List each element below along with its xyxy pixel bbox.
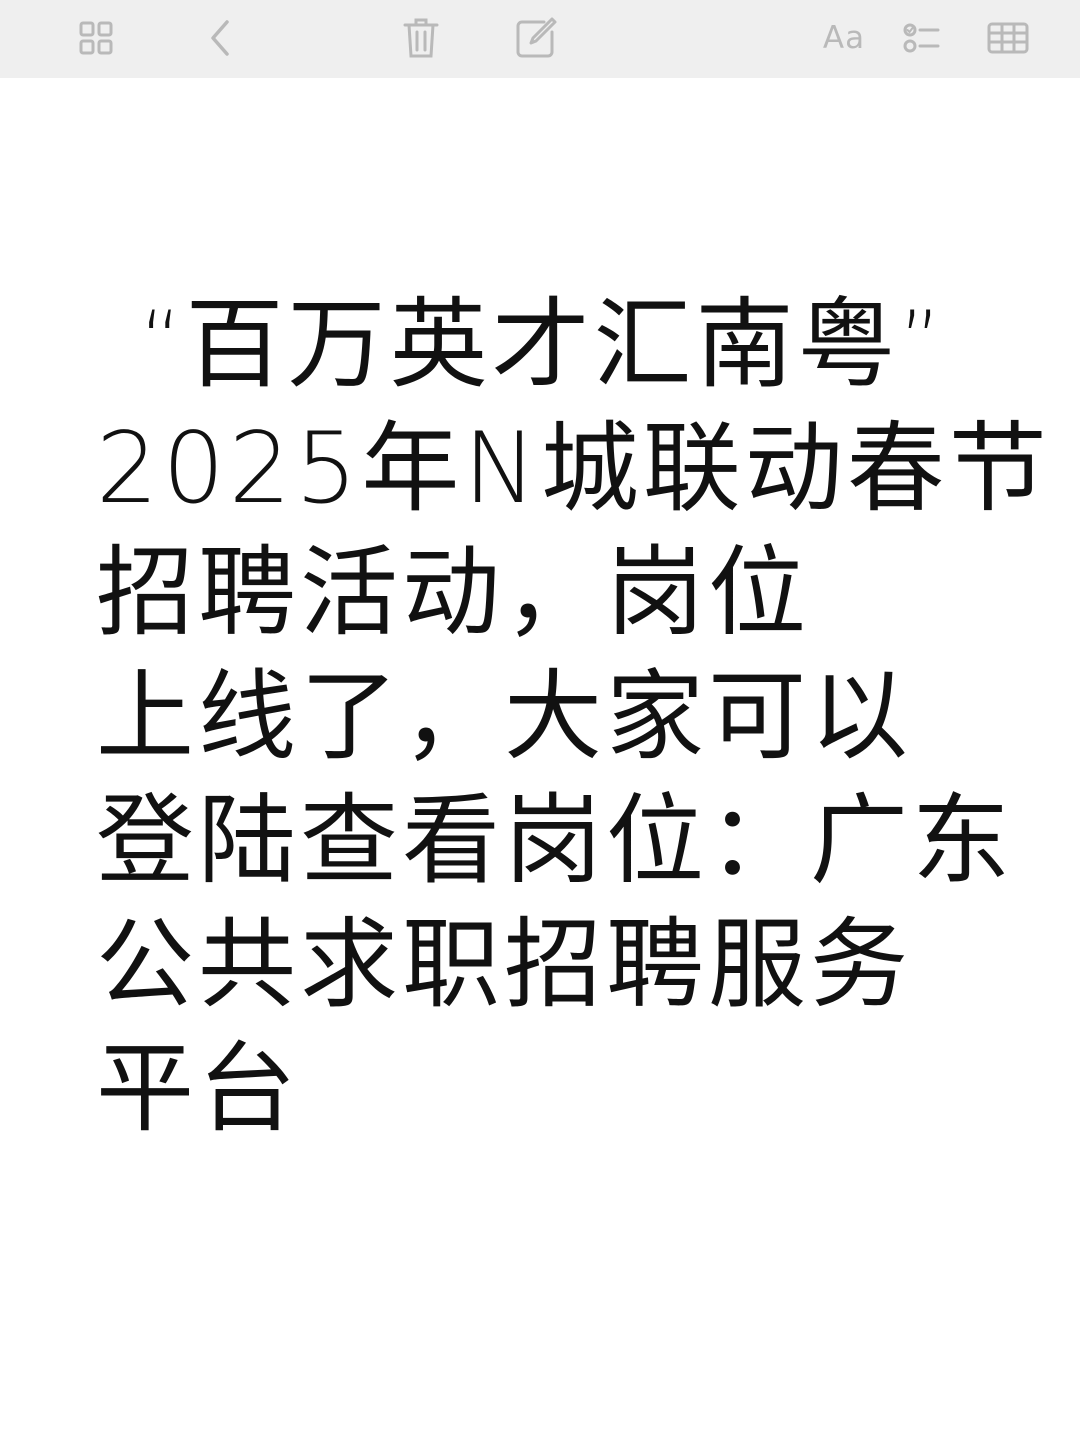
open-quote: “ bbox=[140, 294, 186, 387]
note-line-7: 平台 bbox=[96, 1032, 301, 1146]
note-line-1: “百万英才汇南粤” bbox=[140, 286, 945, 404]
highlight-spring-festival: 春节 bbox=[846, 412, 1051, 526]
highlight-online: 上线 bbox=[96, 660, 301, 774]
note-line-5: 登陆查看岗位：广东 bbox=[96, 784, 1015, 898]
trash-icon[interactable] bbox=[395, 12, 447, 64]
format-text-label: Aa bbox=[822, 20, 866, 56]
note-body[interactable]: “百万英才汇南粤” 2025年N城联动春节 招聘活动，岗位 上线了，大家可以 登… bbox=[0, 78, 1080, 1440]
back-chevron-icon[interactable] bbox=[194, 12, 246, 64]
table-icon[interactable] bbox=[982, 12, 1034, 64]
note-line-2: 2025年N城联动春节 bbox=[96, 410, 1051, 528]
compose-icon[interactable] bbox=[510, 12, 562, 64]
notes-toolbar: Aa bbox=[0, 0, 1080, 78]
highlight-title: 百万英才汇南粤 bbox=[185, 288, 900, 402]
grid-icon[interactable] bbox=[70, 12, 122, 64]
note-line-3: 招聘活动，岗位 bbox=[96, 534, 810, 652]
line-4-text: 了，大家可以 bbox=[300, 660, 913, 774]
line-2-text: 2025年N城联动 bbox=[96, 412, 847, 526]
highlight-recruitment: 招聘活动 bbox=[96, 536, 505, 650]
note-line-4: 上线了，大家可以 bbox=[96, 658, 912, 776]
highlight-positions: 岗位 bbox=[606, 536, 811, 650]
close-quote: ” bbox=[899, 294, 945, 387]
line-3-comma: ， bbox=[504, 536, 607, 650]
note-line-6: 公共求职招聘服务 bbox=[96, 908, 913, 1022]
checklist-icon[interactable] bbox=[896, 12, 948, 64]
format-text-icon[interactable]: Aa bbox=[816, 12, 872, 64]
